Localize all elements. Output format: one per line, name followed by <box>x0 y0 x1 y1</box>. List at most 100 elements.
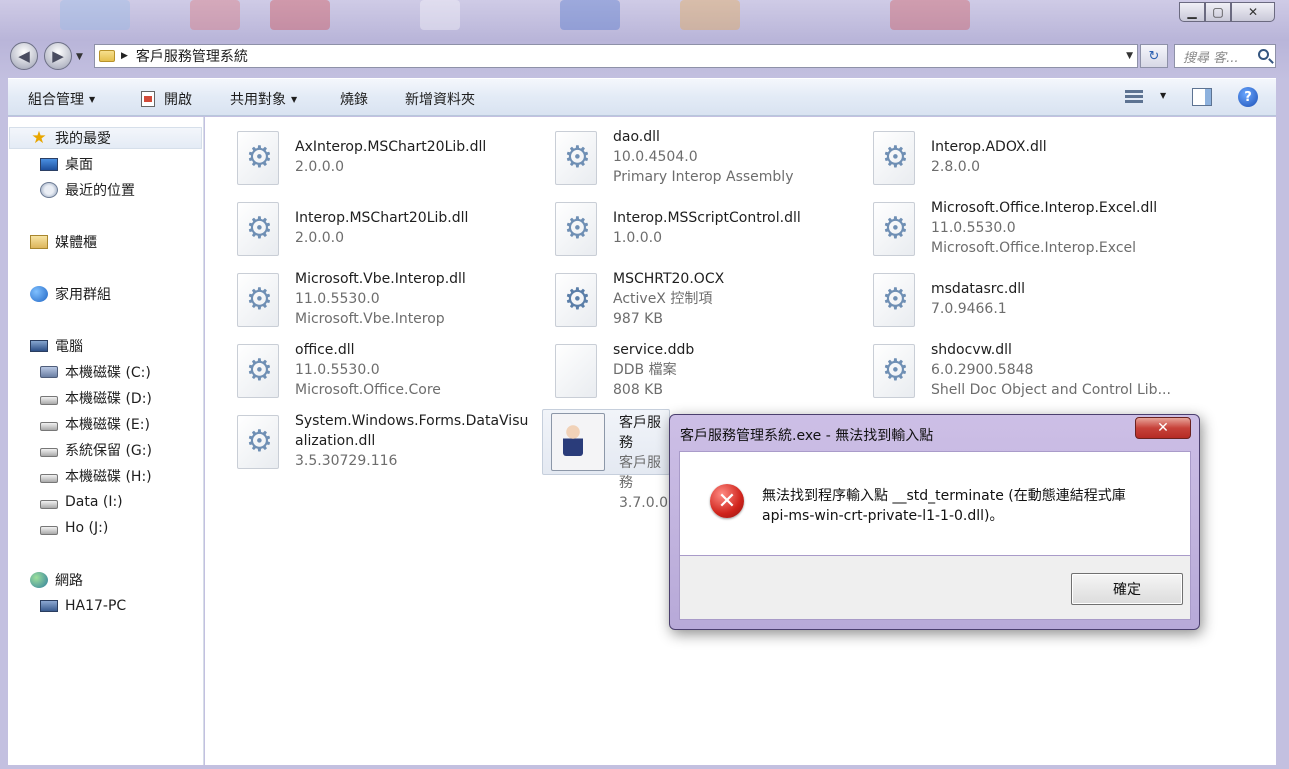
ddb-file-icon <box>555 344 597 398</box>
recent-pages-dropdown[interactable]: ▼ <box>76 52 83 62</box>
file-type: DDB 檔案 <box>613 362 677 378</box>
file-description: Microsoft.Office.Interop.Excel <box>931 240 1137 256</box>
file-name: office.dll <box>295 342 355 358</box>
breadcrumb-chevron-icon[interactable]: ▶ <box>121 51 128 61</box>
change-view-icon[interactable] <box>1125 88 1143 106</box>
ocx-file-icon <box>555 273 597 327</box>
search-input[interactable]: 搜尋 客... <box>1174 44 1276 68</box>
sidebar-item-label: 電腦 <box>55 339 83 355</box>
file-description: Microsoft.Vbe.Interop <box>295 311 445 327</box>
sidebar-item-drive-d[interactable]: 本機磁碟 (D:) <box>40 387 152 409</box>
file-item[interactable]: Microsoft.Vbe.Interop.dll 11.0.5530.0 Mi… <box>237 269 547 335</box>
file-version: 3.5.30729.116 <box>295 453 398 469</box>
desktop-icon <box>40 157 58 171</box>
ok-button[interactable]: 確定 <box>1071 573 1183 605</box>
chevron-down-icon: ▼ <box>1160 91 1167 100</box>
new-folder-button[interactable]: 新增資料夾 <box>405 89 475 109</box>
file-item[interactable]: Interop.MSScriptControl.dll 1.0.0.0 <box>555 202 865 268</box>
file-item[interactable]: System.Windows.Forms.DataVisu alization.… <box>237 411 547 477</box>
sidebar-item-favorites[interactable]: ★ 我的最愛 <box>9 127 202 149</box>
dll-file-icon <box>873 344 915 398</box>
file-name: System.Windows.Forms.DataVisu <box>295 413 529 429</box>
sidebar-item-network-pc[interactable]: HA17-PC <box>40 595 126 617</box>
dialog-title: 客戶服務管理系統.exe - 無法找到輸入點 <box>680 428 934 444</box>
file-version: 11.0.5530.0 <box>295 362 380 378</box>
file-version: 3.7.0.0 <box>619 495 668 511</box>
sidebar-item-desktop[interactable]: 桌面 <box>40 153 93 175</box>
sidebar-item-label: Ho (J:) <box>65 520 109 536</box>
file-item[interactable]: Microsoft.Office.Interop.Excel.dll 11.0.… <box>873 198 1253 264</box>
close-window-button[interactable]: ✕ <box>1231 2 1275 22</box>
sidebar-item-drive-g[interactable]: 系統保留 (G:) <box>40 439 152 461</box>
open-label: 開啟 <box>164 92 192 108</box>
file-item[interactable]: MSCHRT20.OCX ActiveX 控制項 987 KB <box>555 269 865 335</box>
sidebar-item-label: 系統保留 (G:) <box>65 443 152 459</box>
breadcrumb-folder[interactable]: 客戶服務管理系統 <box>136 46 248 66</box>
view-options-dropdown[interactable]: ▼ <box>1155 91 1166 100</box>
sidebar-item-label: 網路 <box>55 573 83 589</box>
file-item[interactable]: service.ddb DDB 檔案 808 KB <box>555 340 865 406</box>
file-item[interactable]: Interop.ADOX.dll 2.8.0.0 <box>873 131 1183 197</box>
dll-file-icon <box>237 202 279 256</box>
file-type: ActiveX 控制項 <box>613 291 713 307</box>
search-icon[interactable] <box>1258 49 1269 60</box>
open-file-icon <box>141 91 155 107</box>
sidebar-item-drive-j[interactable]: Ho (J:) <box>40 517 108 539</box>
dll-file-icon <box>873 131 915 185</box>
sidebar-item-drive-i[interactable]: Data (I:) <box>40 491 123 513</box>
maximize-button[interactable]: ▢ <box>1205 2 1231 22</box>
dll-file-icon <box>237 131 279 185</box>
sidebar-item-recent[interactable]: 最近的位置 <box>40 179 135 201</box>
minimize-button[interactable]: ▁ <box>1179 2 1205 22</box>
file-version: 1.0.0.0 <box>613 230 662 246</box>
star-icon: ★ <box>31 128 47 148</box>
sidebar-item-network[interactable]: 網路 <box>30 569 83 591</box>
file-item[interactable]: Interop.MSChart20Lib.dll 2.0.0.0 <box>237 202 547 268</box>
organize-menu[interactable]: 組合管理 ▼ <box>28 89 95 109</box>
dialog-close-button[interactable]: ✕ <box>1135 417 1191 439</box>
file-size: 987 KB <box>613 311 663 327</box>
network-icon <box>30 572 48 588</box>
network-computer-icon <box>40 600 58 612</box>
file-item[interactable]: dao.dll 10.0.4504.0 Primary Interop Asse… <box>555 127 865 193</box>
file-item[interactable]: msdatasrc.dll 7.0.9466.1 <box>873 273 1183 339</box>
refresh-button[interactable]: ↻ <box>1140 44 1168 68</box>
file-description: Microsoft.Office.Core <box>295 382 441 398</box>
sidebar-item-drive-h[interactable]: 本機磁碟 (H:) <box>40 465 152 487</box>
sidebar-item-drive-e[interactable]: 本機磁碟 (E:) <box>40 413 150 435</box>
drive-icon <box>40 421 58 431</box>
address-bar[interactable]: ▶ 客戶服務管理系統 ▼ <box>94 44 1138 68</box>
file-version: 2.8.0.0 <box>931 159 980 175</box>
error-dialog: 客戶服務管理系統.exe - 無法找到輸入點 ✕ ✕ 無法找到程序輸入點 __s… <box>669 414 1200 630</box>
file-item[interactable]: shdocvw.dll 6.0.2900.5848 Shell Doc Obje… <box>873 340 1213 406</box>
back-button[interactable]: ◀ <box>10 42 38 70</box>
forward-button[interactable]: ▶ <box>44 42 72 70</box>
computer-icon <box>30 340 48 352</box>
file-item-selected[interactable]: 客戶服務 客戶服務 3.7.0.0 <box>542 409 670 511</box>
help-icon[interactable]: ? <box>1238 87 1258 107</box>
sidebar-item-label: 最近的位置 <box>65 183 135 199</box>
sidebar-item-computer[interactable]: 電腦 <box>30 335 83 357</box>
sidebar-item-libraries[interactable]: 媒體櫃 <box>30 231 97 253</box>
drive-icon <box>40 473 58 483</box>
share-menu[interactable]: 共用對象 ▼ <box>230 89 297 109</box>
burn-button[interactable]: 燒錄 <box>340 89 368 109</box>
sidebar-item-label: 家用群組 <box>55 287 111 303</box>
open-button[interactable]: 開啟 <box>141 89 192 109</box>
homegroup-icon <box>30 286 48 302</box>
sidebar-item-label: 本機磁碟 (C:) <box>65 365 151 381</box>
sidebar-item-homegroup[interactable]: 家用群組 <box>30 283 111 305</box>
preview-pane-icon[interactable] <box>1192 88 1212 106</box>
address-dropdown-icon[interactable]: ▼ <box>1126 51 1133 61</box>
file-item[interactable]: office.dll 11.0.5530.0 Microsoft.Office.… <box>237 340 547 406</box>
chevron-down-icon: ▼ <box>291 94 298 104</box>
organize-label: 組合管理 <box>28 92 84 108</box>
dialog-body: ✕ 無法找到程序輸入點 __std_terminate (在動態連結程式庫 ap… <box>679 451 1191 556</box>
file-name: Microsoft.Vbe.Interop.dll <box>295 271 466 287</box>
file-name: Interop.ADOX.dll <box>931 139 1047 155</box>
file-item[interactable]: AxInterop.MSChart20Lib.dll 2.0.0.0 <box>237 131 547 197</box>
title-bar: ▁ ▢ ✕ <box>0 0 1289 34</box>
search-placeholder: 搜尋 客... <box>1183 50 1239 66</box>
file-name: 客戶服務 <box>619 415 661 451</box>
sidebar-item-drive-c[interactable]: 本機磁碟 (C:) <box>40 361 151 383</box>
